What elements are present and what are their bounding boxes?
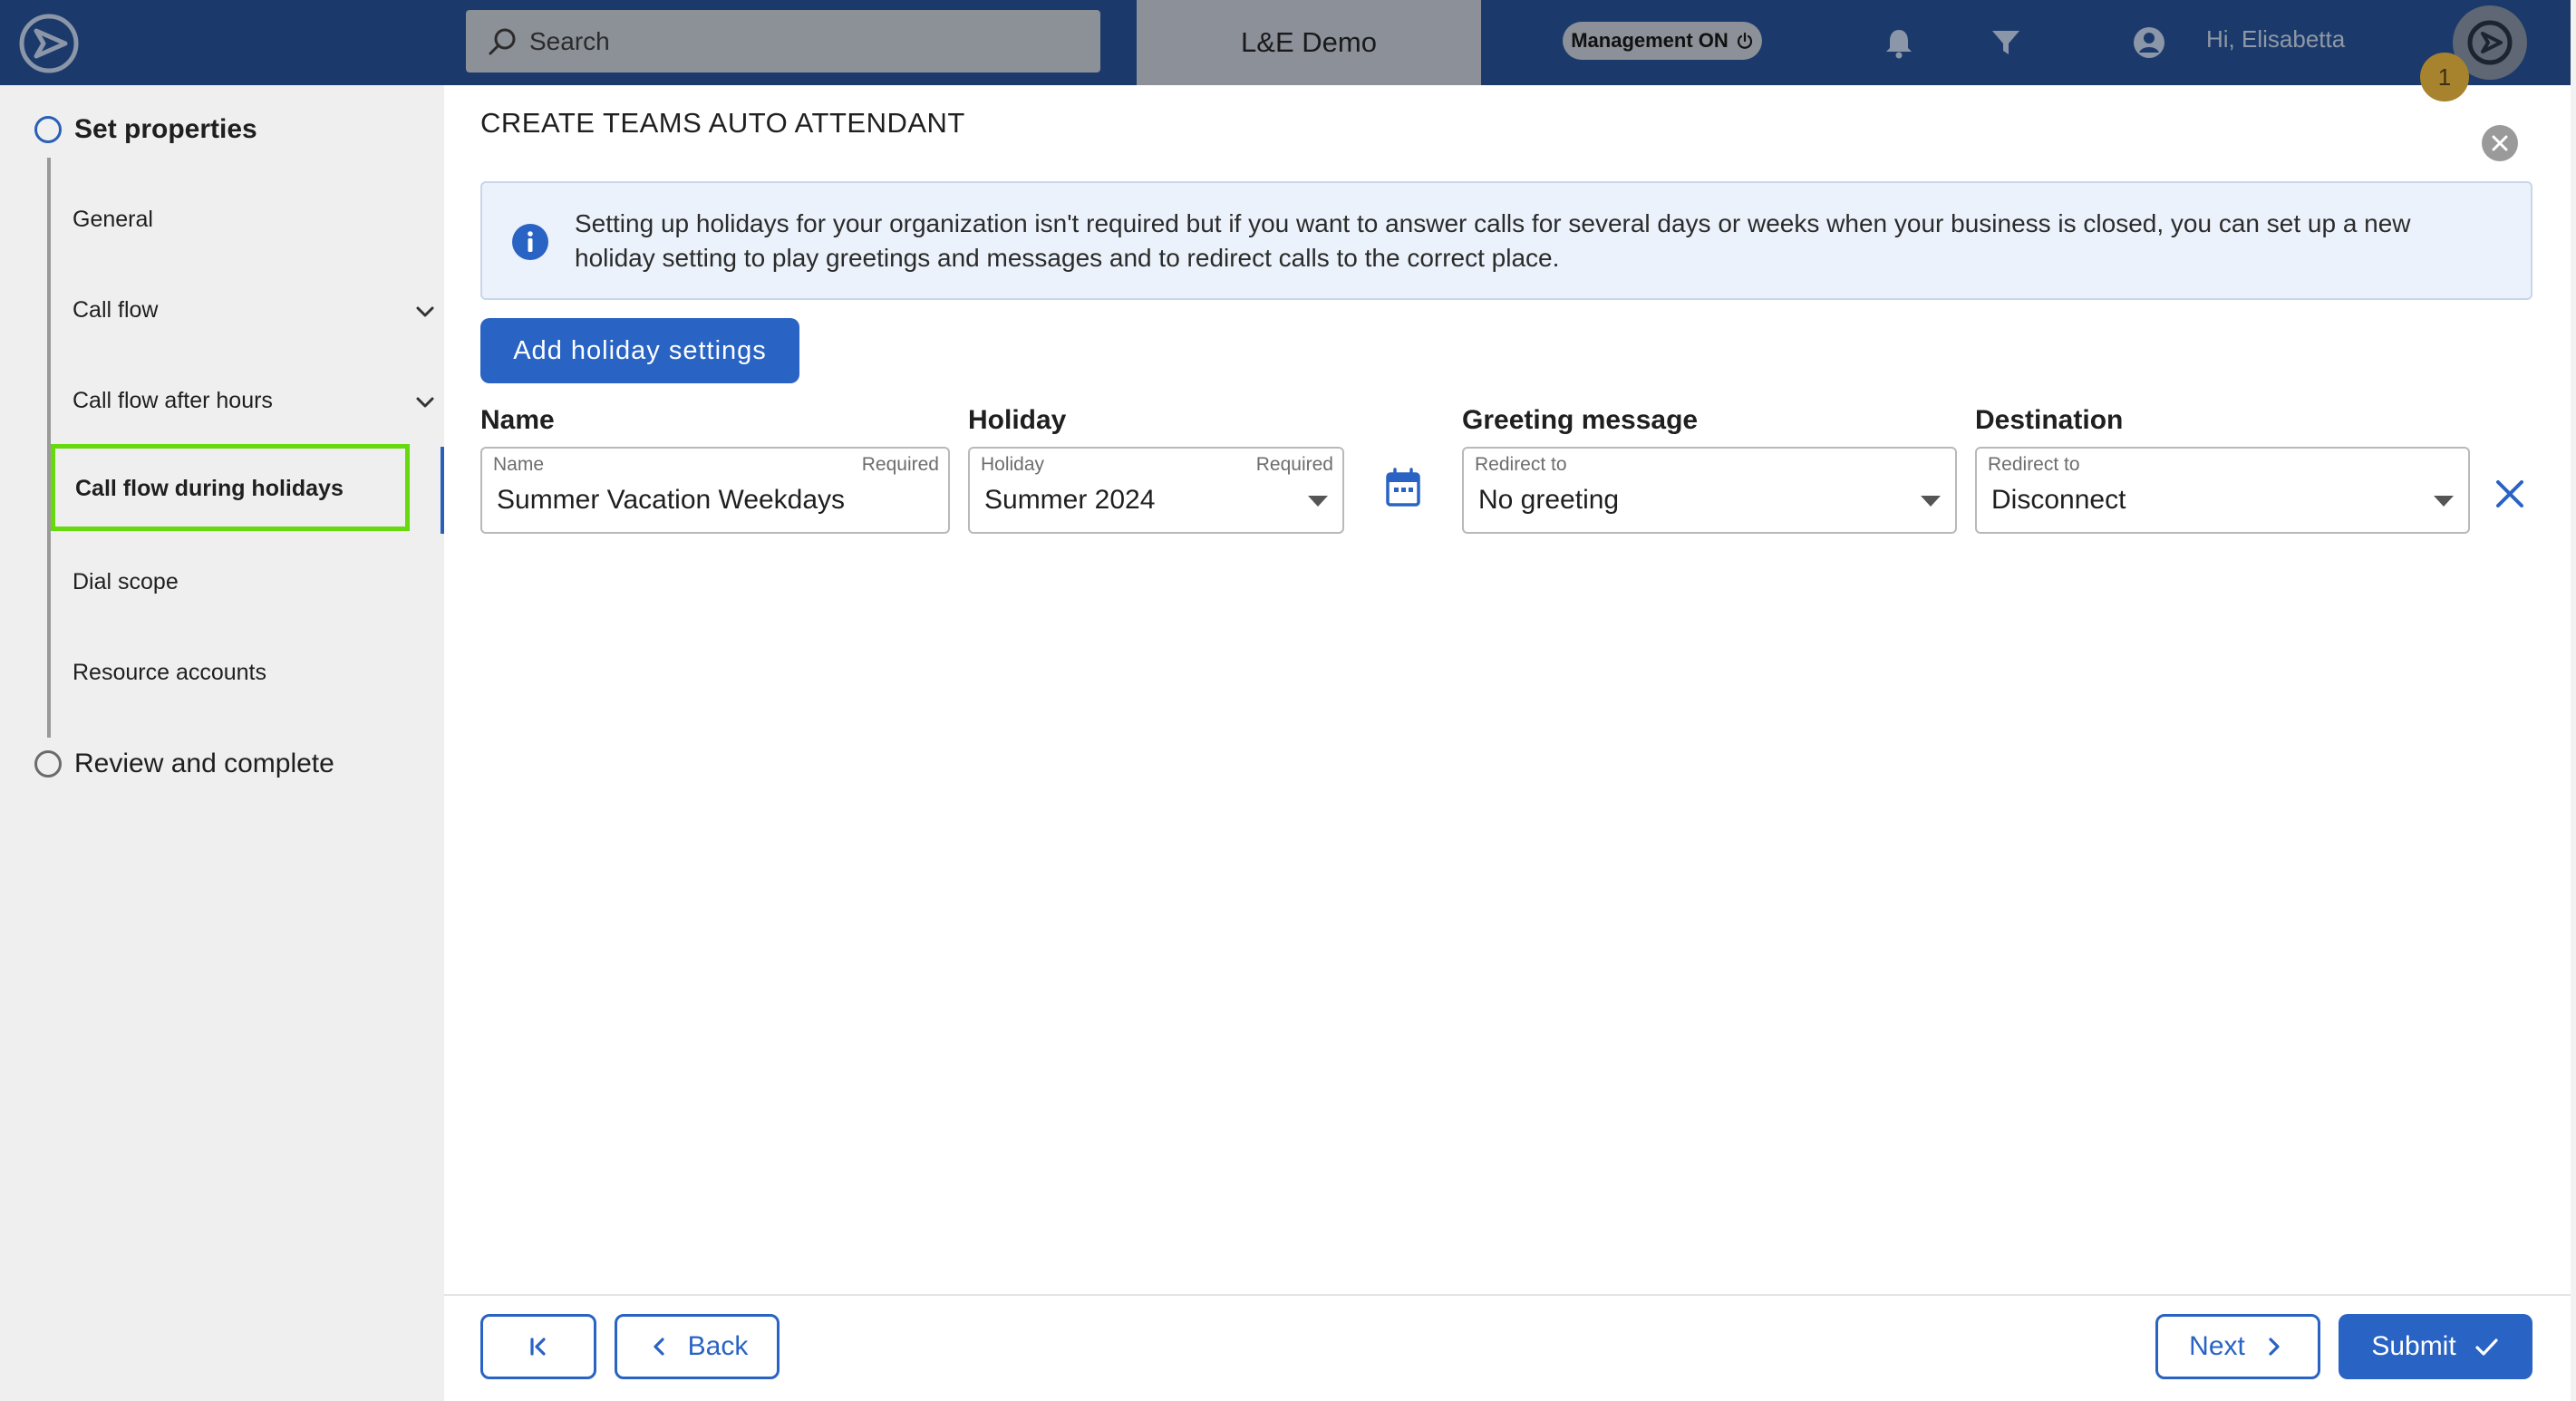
avatar-logo-icon [2467, 20, 2513, 65]
step-review-and-complete[interactable]: Review and complete [34, 749, 334, 779]
app-logo-icon[interactable] [16, 11, 82, 76]
step-indicator [34, 750, 62, 778]
greeting-select[interactable]: Redirect to No greeting [1462, 447, 1957, 534]
tenant-name[interactable]: L&E Demo [1137, 0, 1481, 85]
step-set-properties[interactable]: Set properties [34, 114, 257, 145]
sidebar-item-general[interactable]: General [73, 207, 153, 233]
holiday-select[interactable]: Holiday Required Summer 2024 [968, 447, 1344, 534]
info-banner: Setting up holidays for your organizatio… [480, 181, 2532, 300]
wizard-sidebar: Set properties General Call flow Call fl… [0, 85, 444, 1401]
chevron-down-icon[interactable] [412, 390, 438, 415]
sidebar-item-dial-scope[interactable]: Dial scope [73, 569, 179, 595]
page-title: CREATE TEAMS AUTO ATTENDANT [480, 107, 965, 139]
close-icon [2492, 135, 2508, 151]
field-label: Holiday [981, 454, 1045, 475]
dropdown-arrow-icon[interactable] [1308, 496, 1328, 507]
required-label: Required [861, 454, 939, 475]
first-step-button[interactable] [480, 1314, 596, 1379]
remove-icon[interactable] [2494, 478, 2525, 509]
back-label: Back [687, 1331, 749, 1361]
name-value[interactable]: Summer Vacation Weekdays [497, 485, 845, 516]
chevron-right-icon [2269, 1338, 2280, 1356]
column-header-holiday: Holiday [968, 405, 1067, 435]
first-page-icon [530, 1338, 546, 1356]
management-label: Management ON [1571, 29, 1729, 52]
sidebar-item-call-flow[interactable]: Call flow [73, 297, 158, 324]
next-label: Next [2189, 1331, 2245, 1361]
step-indicator [34, 116, 62, 143]
holiday-value: Summer 2024 [984, 485, 1156, 515]
bell-icon[interactable] [1882, 25, 1916, 60]
search-input[interactable] [529, 26, 1073, 56]
greeting-value: No greeting [1478, 485, 1620, 515]
sidebar-item-call-flow-after-hours[interactable]: Call flow after hours [73, 388, 273, 414]
destination-select[interactable]: Redirect to Disconnect [1975, 447, 2470, 534]
filter-icon[interactable] [1989, 25, 2023, 60]
top-bar: L&E Demo Management ON Hi, Elisabetta 1 [0, 0, 2571, 101]
dropdown-arrow-icon[interactable] [1921, 496, 1941, 507]
add-holiday-settings-button[interactable]: Add holiday settings [480, 318, 799, 383]
window-edge [2571, 0, 2576, 1401]
step-label: Set properties [74, 114, 257, 144]
search-box[interactable] [466, 10, 1100, 72]
column-header-name: Name [480, 405, 555, 435]
column-header-greeting: Greeting message [1462, 405, 1699, 435]
notification-badge[interactable]: 1 [2420, 53, 2469, 101]
check-icon [2475, 1338, 2498, 1356]
submit-label: Submit [2371, 1331, 2456, 1361]
calendar-icon[interactable] [1385, 468, 1421, 507]
name-field[interactable]: Name Required Summer Vacation Weekdays [480, 447, 950, 534]
column-header-destination: Destination [1975, 405, 2124, 435]
sidebar-item-resource-accounts[interactable]: Resource accounts [73, 660, 266, 686]
chevron-down-icon[interactable] [412, 299, 438, 324]
info-icon [512, 224, 548, 260]
back-button[interactable]: Back [615, 1314, 780, 1379]
submit-button[interactable]: Submit [2339, 1314, 2532, 1379]
field-label: Redirect to [1475, 454, 1567, 475]
required-label: Required [1255, 454, 1333, 475]
footer-divider [444, 1294, 2571, 1296]
info-text: Setting up holidays for your organizatio… [575, 209, 2411, 272]
user-greeting[interactable]: Hi, Elisabetta [2206, 25, 2345, 53]
field-label: Name [493, 454, 545, 475]
power-icon [1737, 32, 1752, 49]
sidebar-item-call-flow-during-holidays[interactable]: Call flow during holidays [51, 444, 410, 531]
step-label: Review and complete [74, 749, 334, 778]
field-label: Redirect to [1988, 454, 2080, 475]
close-button[interactable] [2482, 125, 2518, 161]
chevron-left-icon [654, 1338, 664, 1356]
user-icon[interactable] [2132, 25, 2166, 60]
management-toggle[interactable]: Management ON [1563, 22, 1762, 60]
next-button[interactable]: Next [2155, 1314, 2320, 1379]
active-item-indicator [441, 447, 444, 534]
search-icon [489, 28, 516, 54]
dropdown-arrow-icon[interactable] [2434, 496, 2454, 507]
sidebar-item-label: Call flow during holidays [75, 476, 344, 501]
destination-value: Disconnect [1991, 485, 2126, 515]
